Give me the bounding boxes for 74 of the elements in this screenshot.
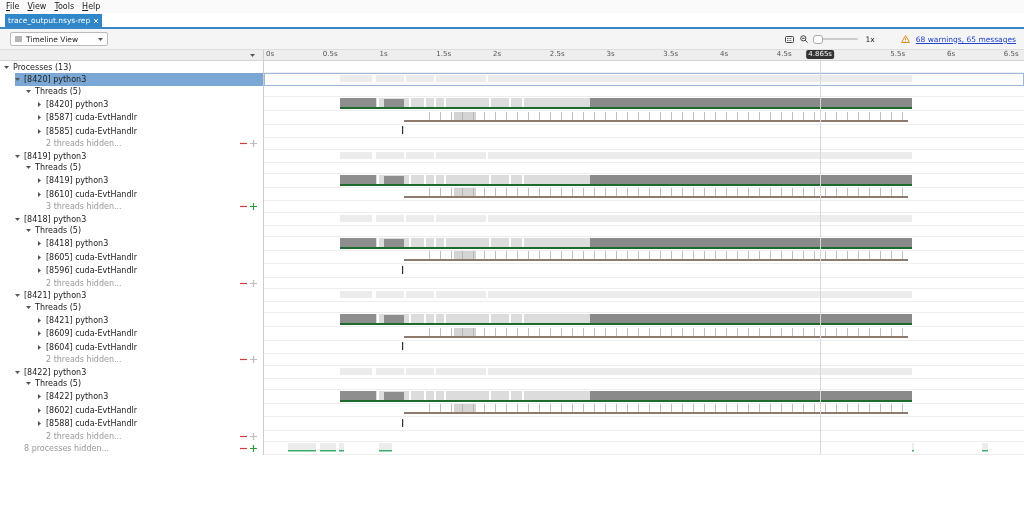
caret-icon[interactable] [15, 369, 20, 375]
tree-item[interactable]: [8605] cuda-EvtHandlr [37, 250, 263, 264]
caret-icon[interactable] [37, 268, 42, 273]
hidden-count-label: 3 threads hidden... [46, 202, 123, 211]
tree-item[interactable]: [8610] cuda-EvtHandlr [37, 187, 263, 201]
caret-icon[interactable] [37, 128, 42, 134]
tree-item[interactable]: [8421] python3 [15, 289, 263, 302]
menu-icon [15, 36, 22, 42]
zoom-out-icon[interactable] [799, 35, 808, 43]
caret-icon[interactable] [26, 88, 31, 94]
tree-item[interactable]: [8602] cuda-EvtHandlr [37, 403, 263, 417]
tree-item[interactable]: Threads (5) [26, 224, 263, 237]
caret-icon[interactable] [26, 228, 31, 233]
caret-icon[interactable] [26, 304, 31, 310]
caret-icon[interactable] [37, 394, 42, 399]
caret-icon[interactable] [37, 101, 42, 107]
tree-item[interactable]: [8419] python3 [15, 149, 263, 163]
tree-item[interactable]: [8422] python3 [37, 389, 263, 404]
tree-item[interactable]: [8421] python3 [37, 313, 263, 327]
close-icon[interactable] [93, 17, 100, 24]
caret-icon[interactable] [26, 165, 31, 170]
hidden-count-label: 2 threads hidden... [46, 278, 123, 288]
tree-item[interactable]: [8422] python3 [15, 365, 263, 379]
hidden-count-label: 2 threads hidden... [46, 431, 123, 441]
tree-item[interactable]: Threads (5) [26, 85, 263, 97]
tree-item[interactable]: Threads (5) [26, 301, 263, 313]
caret-icon[interactable] [37, 421, 42, 426]
tree-item[interactable]: Processes (13) [4, 61, 263, 73]
caret-icon[interactable] [15, 293, 20, 298]
caret-icon[interactable] [15, 153, 20, 159]
hidden-count-label: 8 processes hidden... [24, 444, 111, 453]
caret-icon [98, 37, 103, 41]
caret-icon[interactable] [4, 64, 9, 70]
tree-item[interactable]: Threads (5) [26, 377, 263, 390]
tree-item[interactable]: [8604] cuda-EvtHandlr [37, 340, 263, 354]
caret-icon[interactable] [15, 216, 20, 222]
tree-item[interactable]: Threads (5) [26, 161, 263, 174]
caret-icon[interactable] [37, 241, 42, 246]
minus-icon[interactable] [240, 356, 247, 363]
hidden-count-label: 2 threads hidden... [46, 355, 123, 364]
slider-thumb[interactable] [812, 35, 823, 44]
caret-icon[interactable] [15, 77, 20, 82]
caret-icon[interactable] [37, 331, 42, 336]
tree-item[interactable]: [8588] cuda-EvtHandlr [37, 416, 263, 431]
tree-item[interactable]: [8587] cuda-EvtHandlr [37, 110, 263, 125]
caret-icon[interactable] [37, 178, 42, 183]
tree-item[interactable]: [8596] cuda-EvtHandlr [37, 263, 263, 278]
tree-item[interactable]: [8609] cuda-EvtHandlr [37, 326, 263, 341]
tree-item[interactable]: [8419] python3 [37, 173, 263, 188]
menu-item[interactable]: View [27, 2, 47, 11]
hidden-count-label: 2 threads hidden... [46, 139, 123, 148]
minus-icon[interactable] [240, 203, 247, 210]
caret-icon[interactable] [26, 381, 31, 386]
menu-item[interactable]: Tools [54, 2, 75, 11]
caret-icon[interactable] [37, 344, 42, 350]
tree-item[interactable]: [8418] python3 [37, 236, 263, 251]
tree-item[interactable]: [8420] python3 [37, 97, 263, 111]
warning-icon [900, 35, 910, 43]
keyboard-icon[interactable] [784, 35, 794, 43]
caret-icon[interactable] [37, 191, 42, 197]
plus-icon[interactable] [250, 203, 257, 210]
tree-item[interactable]: [8418] python3 [15, 212, 263, 226]
caret-icon[interactable] [37, 115, 42, 120]
menu-item[interactable]: File [6, 2, 20, 11]
plus-icon[interactable] [250, 445, 257, 452]
caret-icon[interactable] [250, 53, 255, 57]
caret-icon[interactable] [37, 407, 42, 413]
tree-item[interactable]: [8585] cuda-EvtHandlr [37, 124, 263, 138]
caret-icon[interactable] [37, 317, 42, 323]
tree-item[interactable]: [8420] python3 [15, 73, 263, 86]
caret-icon[interactable] [37, 254, 42, 260]
minus-icon[interactable] [240, 140, 247, 147]
menu-item[interactable]: Help [82, 2, 101, 11]
zoom-slider[interactable] [813, 35, 860, 43]
